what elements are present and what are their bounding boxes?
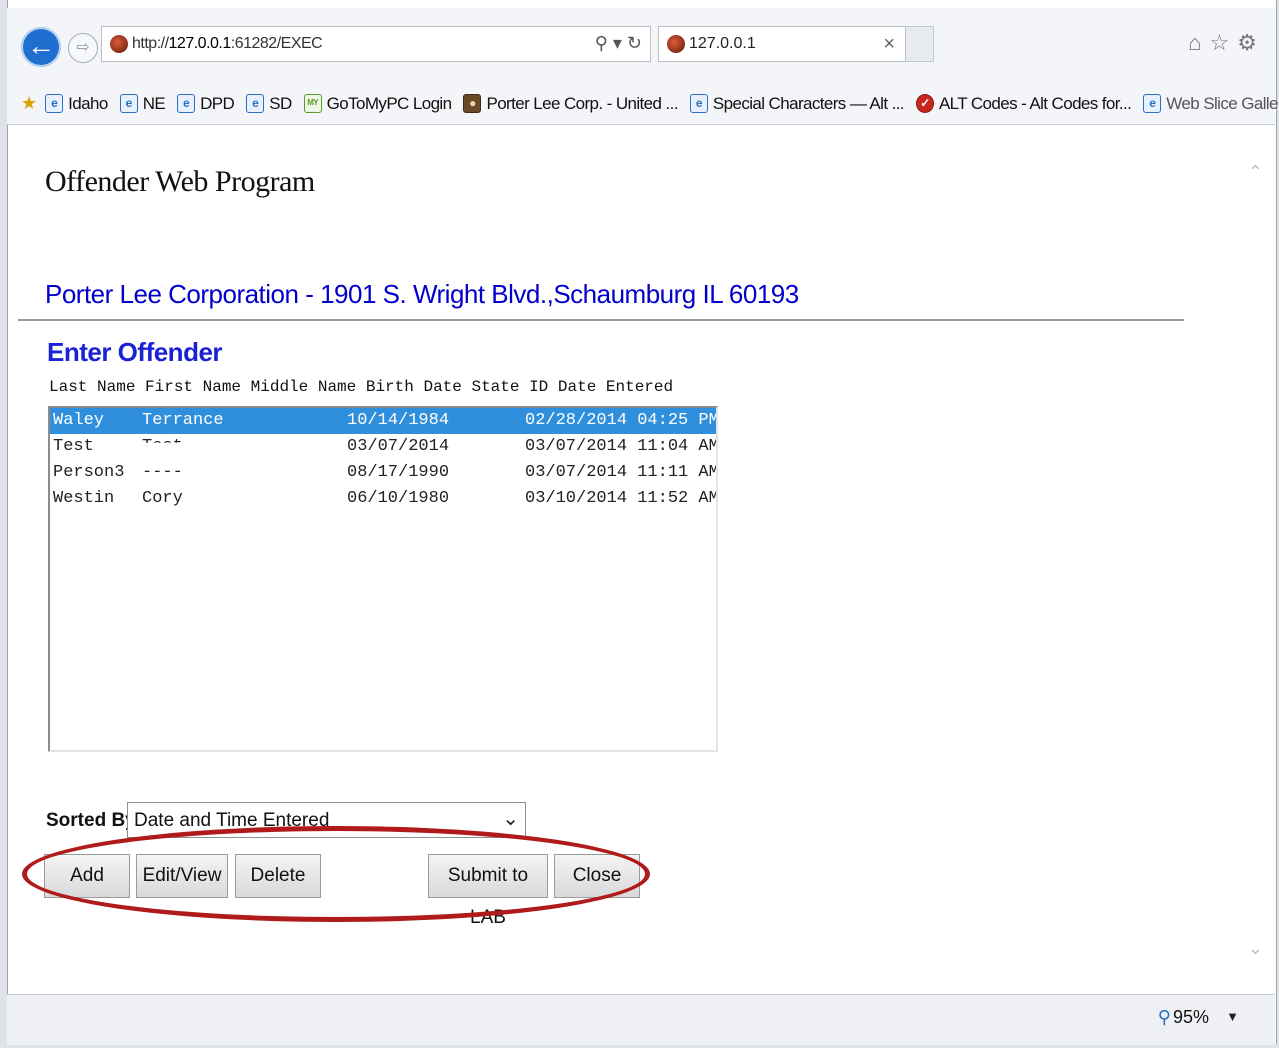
offender-last-name: Westin bbox=[53, 489, 115, 508]
offender-row[interactable]: Waley Terrance 10/14/1984 02/28/2014 04:… bbox=[50, 408, 716, 434]
favorite-link[interactable]: e SD bbox=[246, 94, 292, 114]
offender-row[interactable]: Test Test 03/07/2014 03/07/2014 11:04 AM bbox=[50, 434, 716, 460]
offender-date-entered: 02/28/2014 04:25 PM bbox=[525, 411, 718, 430]
porter-lee-icon: ● bbox=[463, 94, 482, 113]
home-favorites-settings-icons[interactable]: ⌂☆⚙ bbox=[1188, 30, 1265, 56]
tab-favicon-icon bbox=[667, 35, 685, 53]
alt-codes-icon: ✓ bbox=[915, 94, 934, 113]
tab-close-icon[interactable]: × bbox=[883, 33, 895, 56]
favorite-link[interactable]: e Special Characters — Alt ... bbox=[689, 94, 905, 114]
address-url: http://127.0.0.1:61282/EXEC bbox=[132, 35, 323, 52]
chevron-down-icon: ⌄ bbox=[502, 808, 519, 830]
zoom-dropdown-icon[interactable]: ▼ bbox=[1226, 1009, 1239, 1024]
browser-tab[interactable]: 127.0.0.1 × bbox=[658, 26, 906, 62]
offender-date-entered: 03/10/2014 11:52 AM bbox=[525, 489, 718, 508]
site-favicon-icon bbox=[110, 35, 128, 53]
favorite-link[interactable]: ● Porter Lee Corp. - United ... bbox=[463, 94, 678, 114]
zoom-level[interactable]: ⚲ 95% bbox=[1158, 1007, 1209, 1028]
offender-birth-date: 08/17/1990 bbox=[347, 463, 450, 482]
ie-page-icon: e bbox=[45, 94, 64, 113]
scroll-up-icon[interactable]: ⌃ bbox=[1248, 162, 1263, 183]
offender-first-name: Cory bbox=[142, 489, 183, 508]
ie-page-icon: e bbox=[246, 94, 265, 113]
section-title: Enter Offender bbox=[47, 337, 223, 367]
offender-birth-date: 06/10/1980 bbox=[347, 489, 450, 508]
list-column-header: Last Name First Name Middle Name Birth D… bbox=[49, 378, 674, 396]
address-bar[interactable]: http://127.0.0.1:61282/EXEC ⚲ ▾ ↻ bbox=[101, 26, 651, 62]
favorites-star-icon[interactable]: ★ bbox=[21, 93, 37, 114]
browser-toolbar: ← ⇨ http://127.0.0.1:61282/EXEC ⚲ ▾ ↻ 12… bbox=[7, 8, 1275, 84]
divider bbox=[18, 319, 1184, 321]
offender-date-entered: 03/07/2014 11:04 AM bbox=[525, 437, 718, 456]
scroll-down-icon[interactable]: ⌄ bbox=[1248, 938, 1263, 959]
ie-page-icon: e bbox=[119, 94, 138, 113]
zoom-icon: ⚲ bbox=[1157, 1007, 1171, 1027]
offender-row[interactable]: Person3 ---- 08/17/1990 03/07/2014 11:11… bbox=[50, 460, 716, 486]
offender-first-name: ---- bbox=[142, 463, 183, 482]
search-refresh-icons[interactable]: ⚲ ▾ ↻ bbox=[595, 33, 642, 54]
back-button[interactable]: ← bbox=[21, 27, 61, 67]
gotomypc-icon: MY bbox=[303, 94, 322, 113]
ie-page-icon: e bbox=[1143, 94, 1162, 113]
favorite-link[interactable]: e NE bbox=[119, 94, 166, 114]
offender-listbox[interactable]: Waley Terrance 10/14/1984 02/28/2014 04:… bbox=[48, 406, 718, 752]
offender-date-entered: 03/07/2014 11:11 AM bbox=[525, 463, 718, 482]
organization-line: Porter Lee Corporation - 1901 S. Wright … bbox=[45, 279, 799, 309]
favorite-link[interactable]: e DPD bbox=[177, 94, 235, 114]
offender-last-name: Waley bbox=[53, 411, 105, 430]
offender-birth-date: 10/14/1984 bbox=[347, 411, 450, 430]
favorite-link[interactable]: eWeb Slice Gallery ▾ bbox=[1143, 94, 1279, 114]
favorite-link[interactable]: MY GoToMyPC Login bbox=[303, 94, 452, 114]
forward-button[interactable]: ⇨ bbox=[68, 33, 98, 63]
offender-first-name: Test bbox=[142, 437, 183, 456]
favorites-bar: ★ e Idaho e NE e DPD e SD MY GoToMyPC Login ●… bbox=[7, 84, 1279, 125]
page-title: Offender Web Program bbox=[45, 165, 315, 198]
ie-page-icon: e bbox=[177, 94, 196, 113]
tab-title: 127.0.0.1 bbox=[689, 35, 756, 52]
offender-last-name: Test bbox=[53, 437, 94, 456]
offender-first-name: Terrance bbox=[142, 411, 224, 430]
annotation-ellipse bbox=[22, 826, 650, 922]
offender-birth-date: 03/07/2014 bbox=[347, 437, 450, 456]
offender-row[interactable]: Westin Cory 06/10/1980 03/10/2014 11:52 … bbox=[50, 486, 716, 512]
favorite-link[interactable]: ✓ ALT Codes - Alt Codes for... bbox=[915, 94, 1132, 114]
ie-page-icon: e bbox=[689, 94, 708, 113]
status-bar: ⚲ 95% ▼ bbox=[7, 994, 1275, 1045]
new-tab-button[interactable] bbox=[906, 26, 934, 62]
offender-last-name: Person3 bbox=[53, 463, 125, 482]
favorite-link[interactable]: e Idaho bbox=[45, 94, 108, 114]
